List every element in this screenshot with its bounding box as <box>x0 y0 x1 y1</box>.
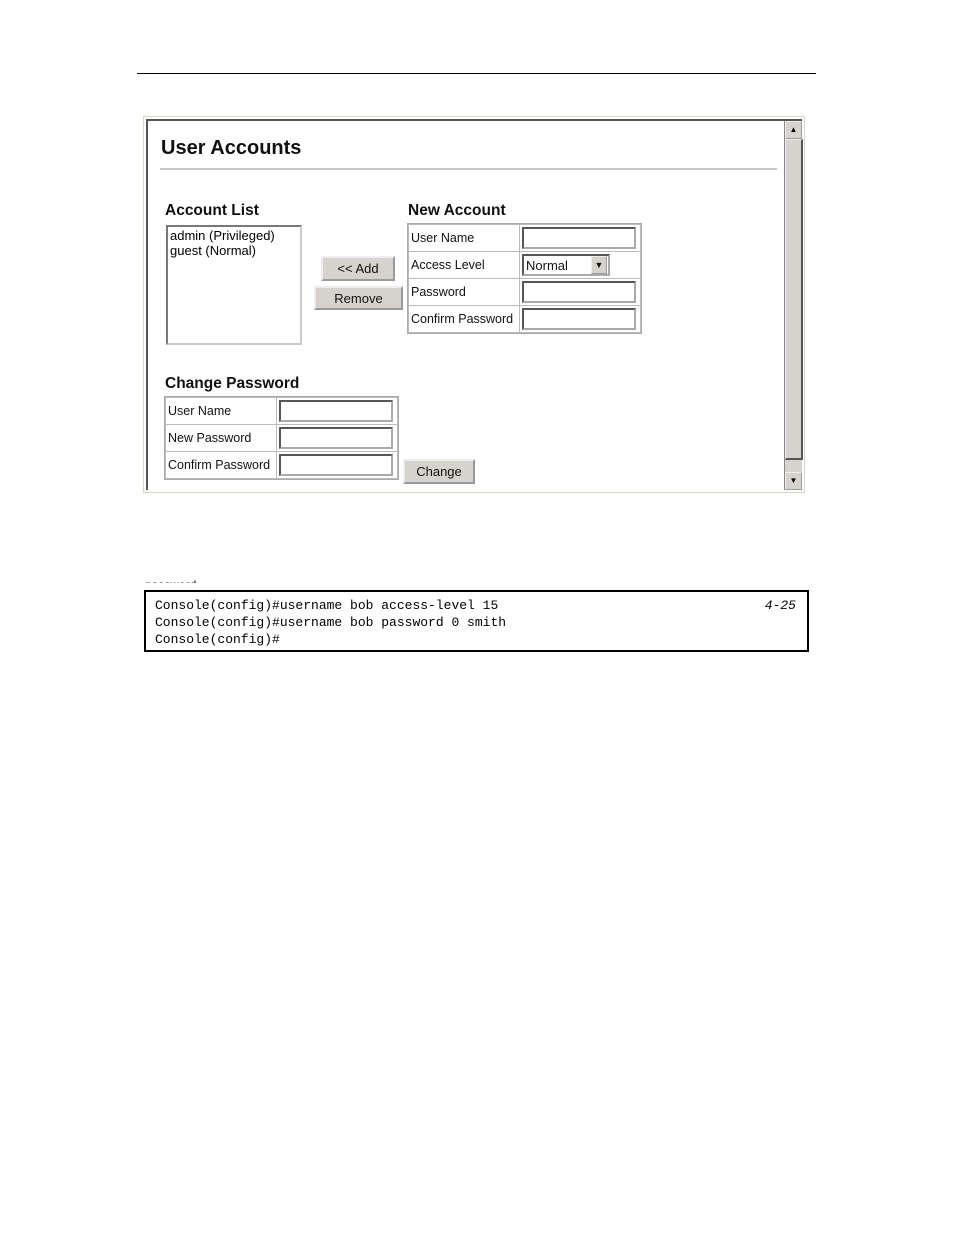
user-accounts-screenshot: User Accounts Account List admin (Privil… <box>143 116 805 493</box>
change-user-name-input[interactable] <box>279 400 393 422</box>
form-row: User Name <box>409 225 640 251</box>
partial-text: password. <box>145 574 200 583</box>
account-list[interactable]: admin (Privileged) guest (Normal) <box>166 225 302 345</box>
remove-button[interactable]: Remove <box>314 286 403 310</box>
code-line: Console(config)#username bob password 0 … <box>155 615 507 630</box>
access-level-select[interactable]: Normal ▼ <box>522 254 610 276</box>
scroll-down-icon[interactable]: ▼ <box>785 472 802 490</box>
password-label: Password <box>409 279 519 305</box>
change-password-heading: Change Password <box>165 375 300 392</box>
scroll-up-icon[interactable]: ▲ <box>785 121 802 139</box>
add-button[interactable]: << Add <box>321 256 395 281</box>
form-row: Access Level Normal ▼ <box>409 252 640 278</box>
access-level-value: Normal <box>526 257 568 273</box>
code-example: Console(config)#username bob access-leve… <box>144 590 809 652</box>
header-rule <box>137 73 816 74</box>
user-name-label: User Name <box>409 225 519 251</box>
new-password-input[interactable] <box>522 281 636 303</box>
page-reference: 4-25 <box>764 598 796 613</box>
title-divider <box>160 168 777 170</box>
confirm-password-label: Confirm Password <box>166 452 276 478</box>
access-level-label: Access Level <box>409 252 519 278</box>
browser-frame: User Accounts Account List admin (Privil… <box>146 119 803 490</box>
code-line: Console(config)#username bob access-leve… <box>155 598 499 613</box>
form-row: Confirm Password <box>166 452 397 478</box>
change-new-password-input[interactable] <box>279 427 393 449</box>
vertical-scrollbar[interactable]: ▲ ▼ <box>784 121 803 490</box>
form-row: New Password <box>166 425 397 451</box>
new-account-heading: New Account <box>408 202 506 219</box>
account-list-heading: Account List <box>165 202 259 219</box>
form-row: User Name <box>166 398 397 424</box>
form-row: Confirm Password <box>409 306 640 332</box>
new-password-label: New Password <box>166 425 276 451</box>
change-password-form: User Name New Password Confirm Password <box>164 396 399 480</box>
account-list-item[interactable]: guest (Normal) <box>170 243 298 258</box>
change-confirm-password-input[interactable] <box>279 454 393 476</box>
scrollbar-thumb[interactable] <box>785 139 803 460</box>
account-list-item[interactable]: admin (Privileged) <box>170 228 298 243</box>
confirm-password-label: Confirm Password <box>409 306 519 332</box>
new-user-name-input[interactable] <box>522 227 636 249</box>
chevron-down-icon[interactable]: ▼ <box>591 256 607 274</box>
code-line: Console(config)# <box>155 632 280 647</box>
change-button[interactable]: Change <box>403 459 475 484</box>
form-row: Password <box>409 279 640 305</box>
page-title: User Accounts <box>161 137 302 159</box>
user-name-label: User Name <box>166 398 276 424</box>
new-account-form: User Name Access Level Normal ▼ Password… <box>407 223 642 334</box>
new-confirm-password-input[interactable] <box>522 308 636 330</box>
